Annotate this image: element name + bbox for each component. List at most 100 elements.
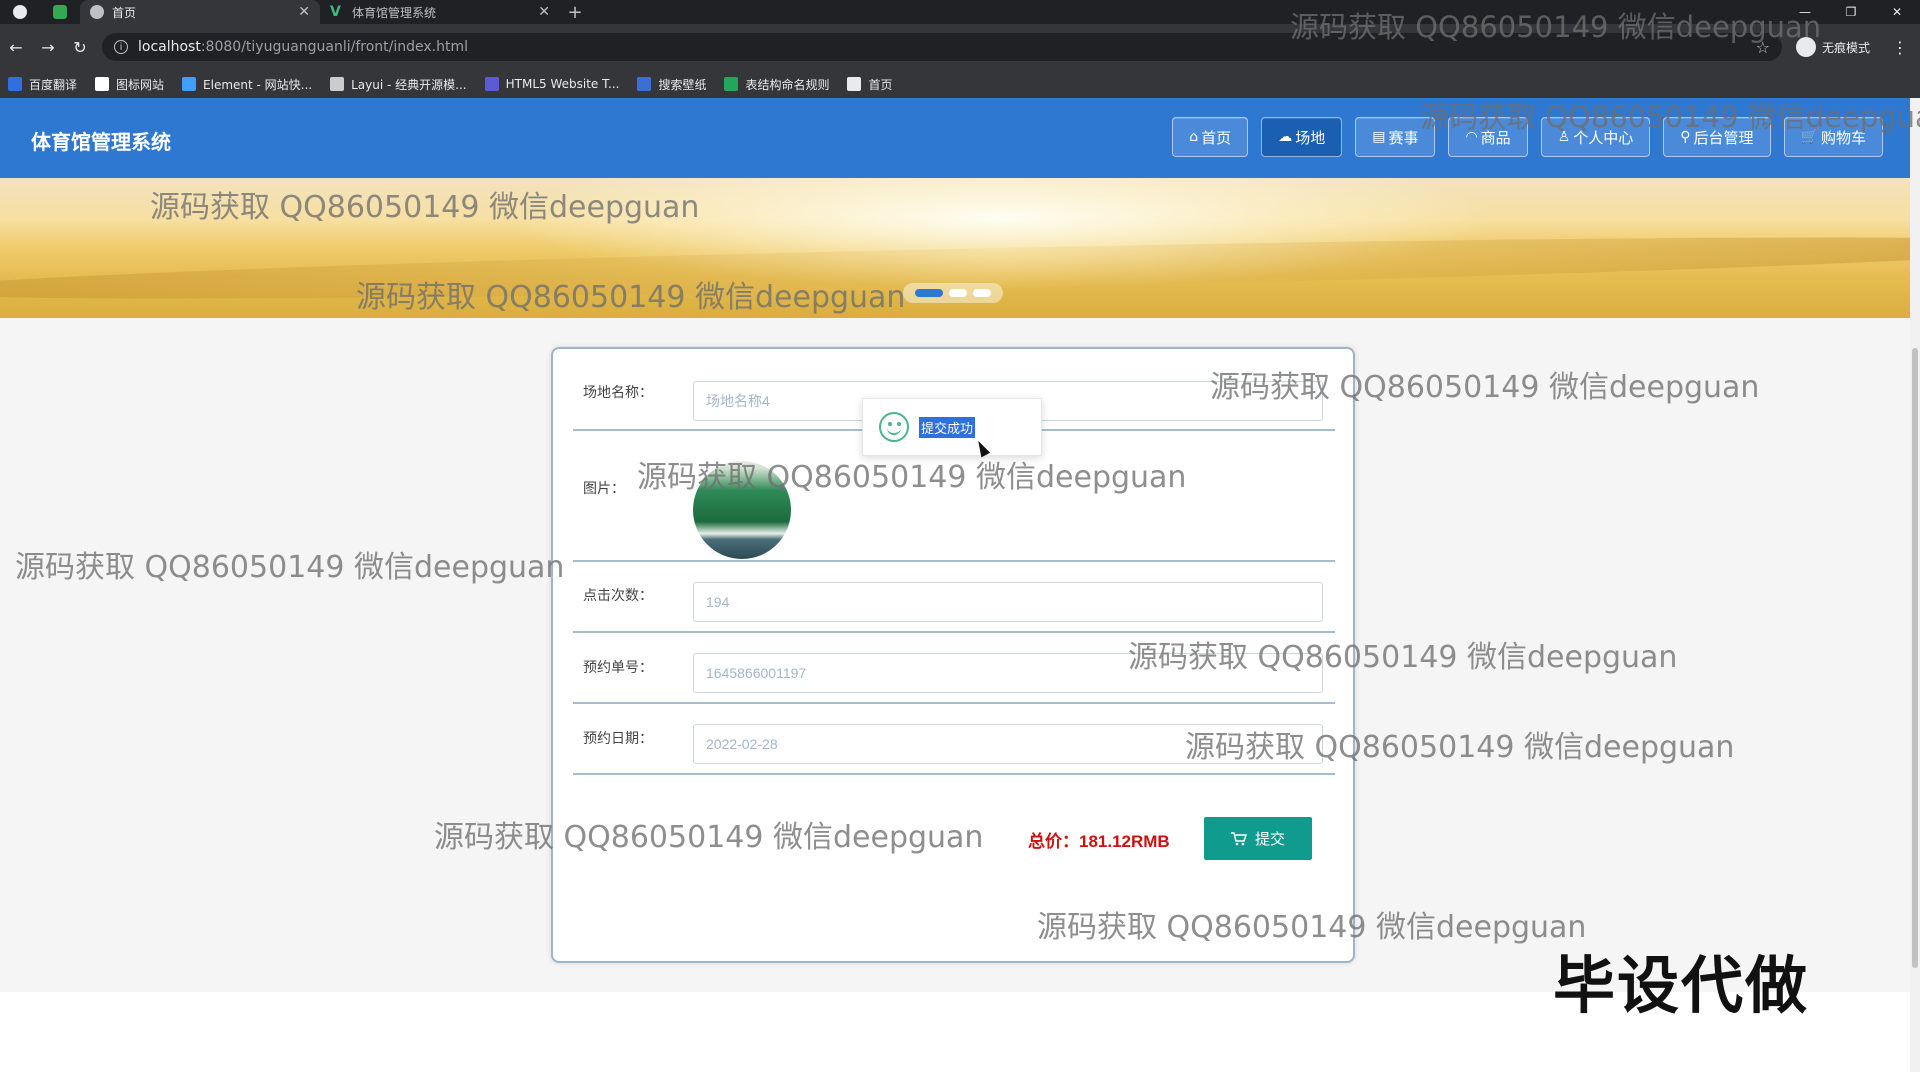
close-icon[interactable]: ✕: [538, 4, 550, 20]
bookmark-icon: [847, 77, 862, 91]
goods-icon: ◠: [1465, 129, 1478, 145]
form-row-date: 预约日期： 2022-02-28: [573, 704, 1335, 775]
nav-venue-button[interactable]: ☁ 场地: [1261, 117, 1343, 157]
venue-image: [693, 461, 791, 559]
carousel-indicators: [903, 283, 1003, 303]
bookmark-item[interactable]: Layui - 经典开源模...: [330, 76, 467, 93]
carousel-dot[interactable]: [949, 289, 967, 297]
toast-message: 提交成功: [919, 416, 976, 438]
bookmark-icon: [8, 77, 22, 91]
form-row-order-number: 预约单号： 1645866001197: [573, 633, 1335, 704]
form-row-clicks: 点击次数： 194: [573, 562, 1335, 633]
promo-stamp: 毕设代做: [1553, 949, 1810, 1022]
window-controls: — ❐ ✕: [1782, 0, 1920, 24]
carousel-dot[interactable]: [915, 289, 943, 297]
bookmark-label: 首页: [868, 77, 893, 92]
restore-icon[interactable]: ❐: [1828, 0, 1874, 24]
close-icon[interactable]: ✕: [298, 4, 310, 20]
submit-button[interactable]: 提交: [1204, 817, 1312, 860]
cart-icon: 🛒: [1800, 129, 1818, 145]
bookmark-label: 百度翻译: [29, 77, 78, 92]
incognito-indicator[interactable]: 无痕模式: [1796, 37, 1870, 57]
bookmark-label: Layui - 经典开源模...: [351, 77, 467, 92]
bookmark-icon: [484, 77, 499, 91]
bookmark-icon: [95, 77, 110, 91]
bookmark-label: Element - 网站快...: [203, 77, 313, 92]
chrome-logo-icon: [0, 0, 40, 24]
nav-label: 首页: [1201, 128, 1232, 147]
order-number-input[interactable]: 1645866001197: [693, 653, 1323, 693]
nav-admin-button[interactable]: ⚲ 后台管理: [1663, 117, 1771, 157]
url-path: :8080/tiyuguanguanli/front/index.html: [200, 39, 469, 55]
bookmark-item[interactable]: 百度翻译: [8, 76, 77, 93]
bookmark-label: 搜索壁纸: [658, 77, 707, 92]
browser-tab-bar: 首页 ✕ V 体育馆管理系统 ✕ + — ❐ ✕: [0, 0, 1920, 24]
nav-events-button[interactable]: ▤ 赛事: [1355, 117, 1436, 157]
events-icon: ▤: [1372, 129, 1386, 145]
success-toast: 提交成功: [862, 398, 1042, 456]
clicks-input[interactable]: 194: [693, 582, 1323, 622]
total-price: 总价：181.12RMB: [1028, 832, 1170, 851]
venue-name-label: 场地名称：: [583, 385, 653, 401]
date-input[interactable]: 2022-02-28: [693, 724, 1323, 764]
submit-label: 提交: [1254, 830, 1285, 848]
address-bar: ← → ↻ i localhost:8080/tiyuguanguanli/fr…: [0, 24, 1920, 70]
incognito-label: 无痕模式: [1822, 40, 1871, 55]
tab-title: 首页: [112, 5, 137, 20]
close-window-icon[interactable]: ✕: [1874, 0, 1920, 24]
bookmark-icon: [637, 77, 652, 91]
info-icon[interactable]: i: [114, 40, 128, 54]
main-nav: ⌂ 首页 ☁ 场地 ▤ 赛事 ◠ 商品 ♙ 个人中心 ⚲ 后台管理 🛒 购物车: [1172, 117, 1883, 157]
scrollbar-thumb[interactable]: [1912, 348, 1918, 968]
bookmark-item[interactable]: 首页: [847, 76, 893, 93]
tab-home[interactable]: 首页 ✕: [80, 0, 320, 24]
minimize-icon[interactable]: —: [1782, 0, 1828, 24]
bookmark-icon: [182, 77, 197, 91]
bookmark-item[interactable]: Element - 网站快...: [182, 76, 312, 93]
forward-icon[interactable]: →: [32, 38, 64, 57]
reload-icon[interactable]: ↻: [64, 38, 96, 57]
nav-label: 个人中心: [1573, 128, 1634, 147]
bookmark-label: HTML5 Website T...: [505, 77, 620, 91]
nav-label: 商品: [1480, 128, 1511, 147]
bookmark-icon: [330, 77, 345, 91]
nav-home-button[interactable]: ⌂ 首页: [1172, 117, 1249, 157]
banner-carousel: [0, 178, 1910, 318]
incognito-icon: [1796, 37, 1816, 57]
bookmark-item[interactable]: 搜索壁纸: [637, 76, 706, 93]
profile-icon: ♙: [1557, 129, 1571, 145]
vue-icon: V: [330, 4, 341, 20]
image-label: 图片：: [583, 481, 625, 497]
tab-title: 体育馆管理系统: [352, 5, 437, 20]
clicks-label: 点击次数：: [583, 588, 653, 604]
bookmark-item[interactable]: 图标网站: [95, 76, 164, 93]
new-tab-button[interactable]: +: [560, 0, 590, 24]
star-icon[interactable]: ☆: [1756, 38, 1770, 57]
page-scrollbar[interactable]: [1910, 98, 1920, 1072]
bookmark-label: 表结构命名规则: [745, 77, 830, 92]
nav-label: 赛事: [1388, 128, 1419, 147]
pinned-tab-icon: [53, 5, 67, 19]
venue-icon: ☁: [1278, 129, 1293, 145]
cart-icon: [1230, 831, 1247, 845]
url-host: localhost: [138, 39, 201, 55]
order-number-label: 预约单号：: [583, 660, 653, 676]
bookmark-label: 图标网站: [116, 77, 165, 92]
nav-label: 后台管理: [1693, 128, 1754, 147]
menu-icon[interactable]: ⋮: [1892, 38, 1908, 57]
date-label: 预约日期：: [583, 731, 653, 747]
bookmark-item[interactable]: 表结构命名规则: [724, 76, 829, 93]
admin-icon: ⚲: [1680, 129, 1691, 145]
tab-system[interactable]: V 体育馆管理系统 ✕: [320, 0, 560, 24]
nav-profile-button[interactable]: ♙ 个人中心: [1540, 117, 1651, 157]
bookmark-icon: [724, 77, 739, 91]
url-input[interactable]: i localhost:8080/tiyuguanguanli/front/in…: [102, 33, 1782, 61]
smile-icon: [879, 412, 909, 442]
nav-goods-button[interactable]: ◠ 商品: [1448, 117, 1528, 157]
bookmark-item[interactable]: HTML5 Website T...: [484, 77, 620, 91]
pinned-tab[interactable]: [40, 0, 80, 24]
carousel-dot[interactable]: [973, 289, 991, 297]
nav-cart-button[interactable]: 🛒 购物车: [1783, 117, 1883, 157]
bookmarks-bar: 百度翻译 图标网站 Element - 网站快... Layui - 经典开源模...…: [0, 70, 1920, 98]
back-icon[interactable]: ←: [0, 38, 32, 57]
